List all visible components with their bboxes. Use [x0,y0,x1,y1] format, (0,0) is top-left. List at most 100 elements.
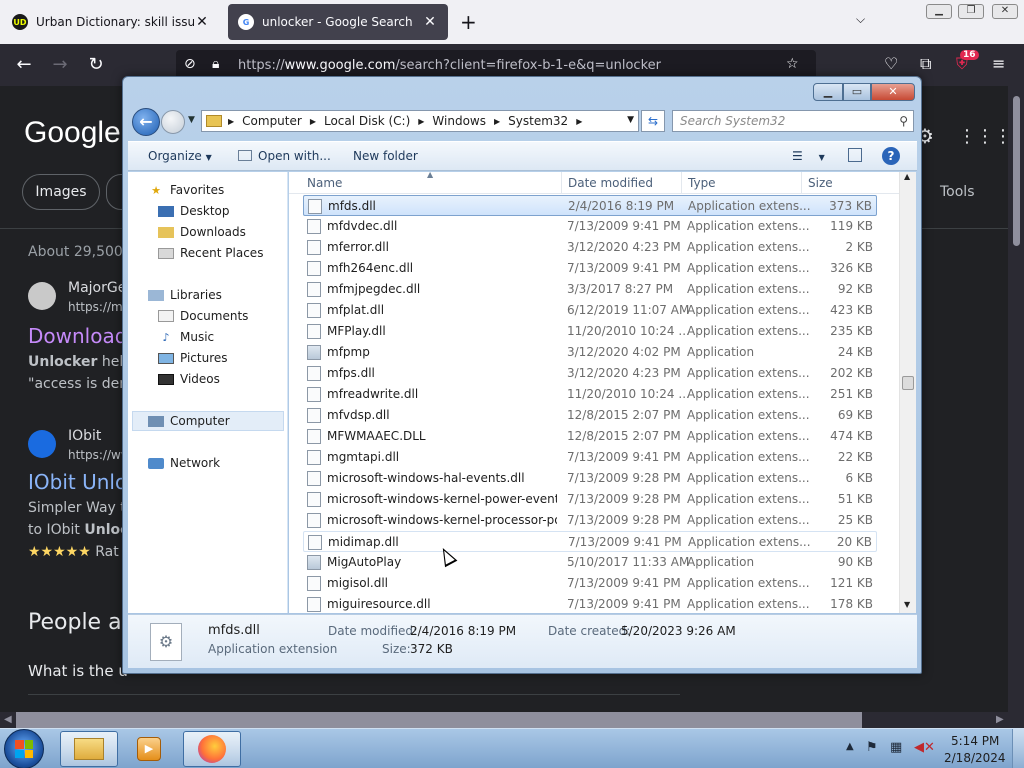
breadcrumb-chevron-icon[interactable]: ▶ [228,117,234,126]
breadcrumb-chevron-icon[interactable]: ▶ [576,117,582,126]
table-row[interactable]: mfh264enc.dll 7/13/2009 9:41 PM Applicatio… [303,258,877,279]
back-arrow-icon[interactable]: ← [132,108,160,136]
maximize-button[interactable]: ❐ [958,4,984,19]
address-bar[interactable]: ▶ Computer ▶ Local Disk (C:) ▶ Windows ▶… [201,110,639,132]
taskbar-explorer[interactable] [60,731,118,767]
table-row[interactable]: mfps.dll 3/12/2020 4:23 PM Application ext… [303,363,877,384]
help-icon[interactable]: ? [882,147,900,165]
search-input[interactable]: Search System32 ⚲ [672,110,914,132]
apps-grid-icon[interactable]: ⋮⋮⋮ [958,126,1008,147]
nav-libraries[interactable]: Libraries [148,285,222,305]
nav-favorites[interactable]: ★ Favorites [148,180,224,200]
column-date-modified[interactable]: Date modified [568,176,653,190]
start-button[interactable] [4,729,44,768]
scroll-right-icon[interactable]: ▶ [996,714,1004,725]
clock-time[interactable]: 5:14 PM [951,734,999,748]
minimize-button[interactable]: ▁ [813,83,843,101]
table-row[interactable]: MigAutoPlay 5/10/2017 11:33 AM Application… [303,552,877,573]
extensions-puzzle-icon[interactable]: ⧉ [920,54,931,74]
table-row[interactable]: MFPlay.dll 11/20/2010 10:24 ... Applicatio… [303,321,877,342]
breadcrumb-computer[interactable]: Computer [242,114,302,128]
column-separator[interactable] [801,172,802,194]
volume-muted-icon[interactable]: ◀✕ [914,740,935,755]
column-type[interactable]: Type [688,176,716,190]
nav-network[interactable]: Network [148,453,220,473]
close-button[interactable]: ✕ [871,83,915,101]
taskbar-firefox[interactable] [183,731,241,767]
forward-arrow-icon[interactable]: → [48,54,72,75]
scrollbar-thumb[interactable] [902,376,914,390]
nav-computer[interactable]: Computer [132,411,284,431]
breadcrumb-windows[interactable]: Windows [432,114,486,128]
url-text[interactable]: https://www.google.com/search?client=fir… [238,58,661,73]
nav-downloads[interactable]: Downloads [158,222,246,242]
nav-pictures[interactable]: Pictures [158,348,228,368]
breadcrumb-system32[interactable]: System32 [508,114,568,128]
show-desktop-button[interactable] [1012,729,1024,768]
scroll-left-icon[interactable]: ◀ [4,714,12,725]
tools-button[interactable]: Tools [940,184,975,200]
back-arrow-icon[interactable]: ← [12,54,36,75]
scroll-up-icon[interactable]: ▲ [904,172,910,181]
scrollbar-thumb[interactable] [16,712,862,728]
images-filter-chip[interactable]: Images [22,174,100,210]
result-site-name[interactable]: IObit [68,428,101,444]
search-icon[interactable]: ⚲ [899,111,908,131]
close-icon[interactable]: ✕ [422,14,438,30]
table-row[interactable]: microsoft-windows-kernel-power-events...… [303,489,877,510]
page-vertical-scrollbar[interactable] [1008,86,1024,712]
close-button[interactable]: ✕ [992,4,1018,19]
reload-icon[interactable]: ↻ [84,54,108,75]
table-row[interactable]: microsoft-windows-hal-events.dll 7/13/200… [303,468,877,489]
file-list-scrollbar[interactable]: ▲ ▼ [899,172,916,613]
related-question[interactable]: What is the u [28,662,128,680]
breadcrumb-chevron-icon[interactable]: ▶ [310,117,316,126]
table-row[interactable]: microsoft-windows-kernel-processor-po...… [303,510,877,531]
nav-desktop[interactable]: Desktop [158,201,230,221]
column-size[interactable]: Size [808,176,833,190]
table-row[interactable]: MFWMAAEC.DLL 12/8/2015 2:07 PM Application… [303,426,877,447]
organize-button[interactable]: Organize ▼ [148,149,212,163]
tab-google-search[interactable]: G unlocker - Google Search ✕ [228,4,448,40]
page-horizontal-scrollbar[interactable]: ◀ ▶ [0,712,1024,728]
table-row[interactable]: mfplat.dll 6/12/2019 11:07 AM Application … [303,300,877,321]
forward-arrow-icon[interactable] [161,110,185,134]
new-tab-plus-icon[interactable]: + [460,10,477,34]
recent-pages-chevron-icon[interactable]: ▼ [188,115,195,125]
taskbar-media-player[interactable]: ▶ [120,731,178,767]
column-separator[interactable] [561,172,562,194]
table-row[interactable]: mfmjpegdec.dll 3/3/2017 8:27 PM Applicatio… [303,279,877,300]
breadcrumb-chevron-icon[interactable]: ▶ [418,117,424,126]
table-row[interactable]: midimap.dll 7/13/2009 9:41 PM Application … [303,531,877,552]
chevron-down-icon[interactable]: ⌵ [856,12,865,27]
show-hidden-icons-icon[interactable]: ▲ [846,741,854,752]
star-bookmark-icon[interactable]: ☆ [786,56,799,72]
address-dropdown-icon[interactable]: ▼ [627,115,634,125]
table-row[interactable]: mfdvdec.dll 7/13/2009 9:41 PM Application … [303,216,877,237]
minimize-button[interactable]: ▁ [926,4,952,19]
column-separator[interactable] [681,172,682,194]
table-row[interactable]: mfds.dll 2/4/2016 8:19 PM Application exte… [303,195,877,216]
network-icon[interactable]: ▦ [890,740,902,755]
table-row[interactable]: mgmtapi.dll 7/13/2009 9:41 PM Application … [303,447,877,468]
action-center-flag-icon[interactable]: ⚑ [866,740,878,755]
result-site-name[interactable]: MajorGe [68,280,126,296]
table-row[interactable]: mferror.dll 3/12/2020 4:23 PM Application … [303,237,877,258]
close-icon[interactable]: ✕ [194,14,210,30]
table-row[interactable]: miguiresource.dll 7/13/2009 9:41 PM Applic… [303,594,877,613]
tracking-protection-icon[interactable]: ⊘ [184,56,196,72]
preview-pane-icon[interactable] [848,148,862,162]
maximize-button[interactable]: ▭ [843,83,871,101]
pocket-icon[interactable]: ♡ [884,54,898,73]
table-row[interactable]: mfpmp 3/12/2020 4:02 PM Application 24 KB [303,342,877,363]
table-row[interactable]: mfreadwrite.dll 11/20/2010 10:24 ... Appli… [303,384,877,405]
open-with-button[interactable]: Open with... [238,149,331,163]
nav-videos[interactable]: Videos [158,369,220,389]
new-folder-button[interactable]: New folder [353,149,418,163]
result-title-link[interactable]: Download [28,324,127,348]
nav-recent-places[interactable]: Recent Places [158,243,263,263]
scroll-down-icon[interactable]: ▼ [904,600,910,609]
change-view-button[interactable]: ☰ ▼ [792,149,825,163]
scrollbar-thumb[interactable] [1013,96,1020,246]
table-row[interactable]: mfvdsp.dll 12/8/2015 2:07 PM Application e… [303,405,877,426]
